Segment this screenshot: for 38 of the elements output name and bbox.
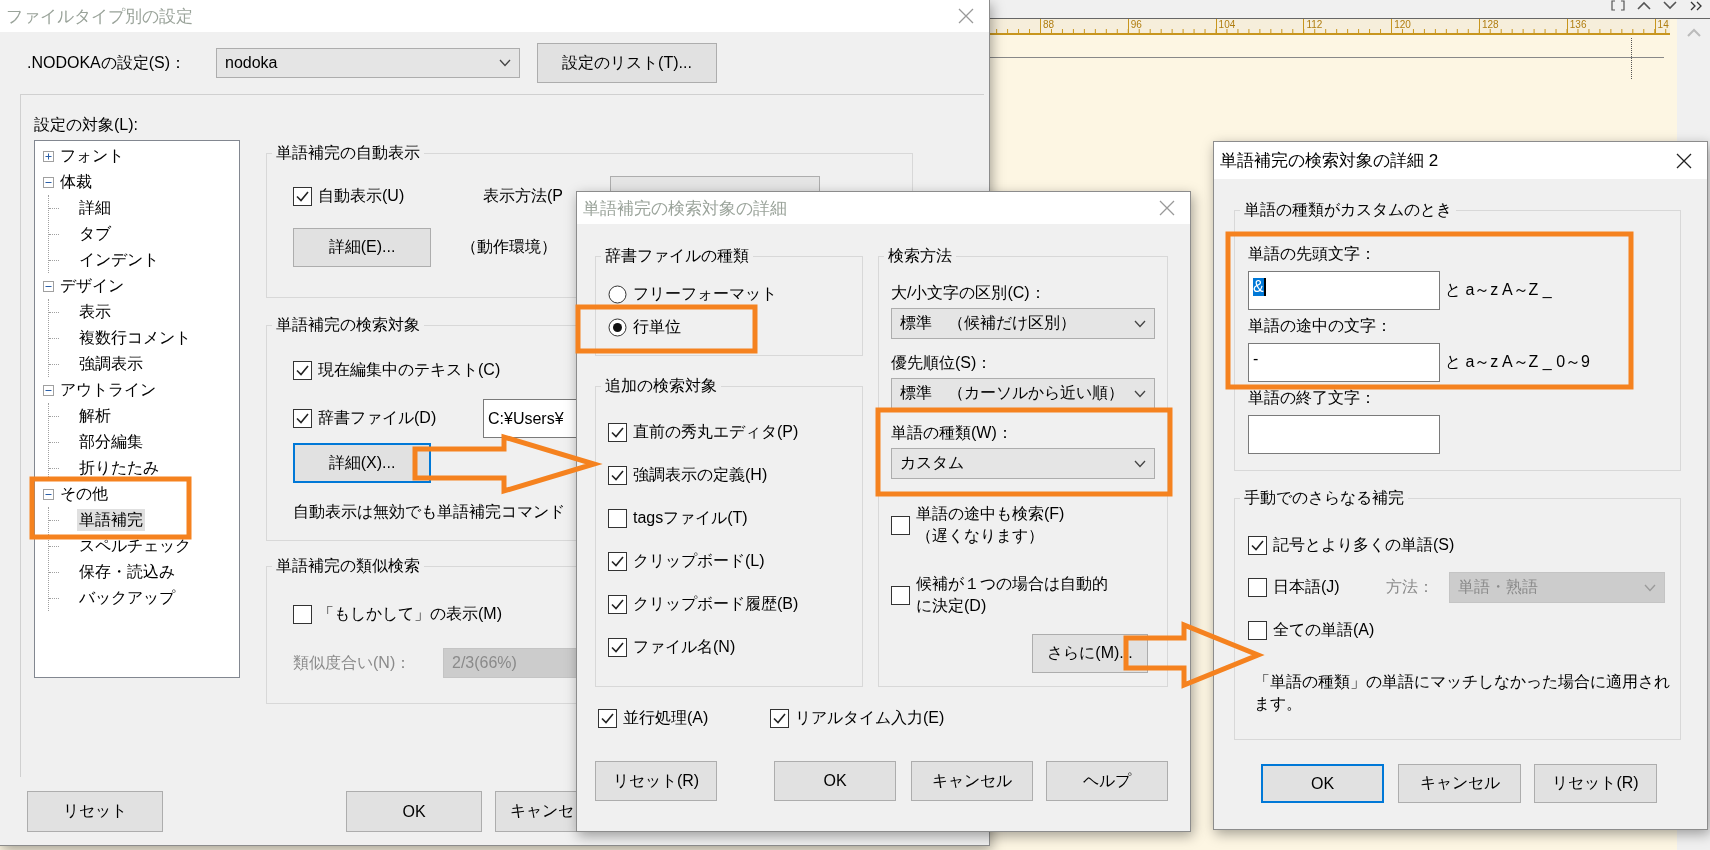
field-label: 単語の終了文字：: [1248, 388, 1376, 408]
ruler-label: 120: [1391, 19, 1479, 33]
field-label: 単語の先頭文字：: [1248, 244, 1376, 264]
hint-text: 自動表示は無効でも単語補完コマンド: [293, 502, 565, 522]
group-title: 単語の種類がカスタムのとき: [1240, 199, 1456, 221]
hint-text: と a～z A～Z _ 0～9: [1445, 352, 1590, 372]
window-title: 単語補完の検索対象の詳細 2: [1220, 150, 1440, 172]
ruler-label: 104: [1215, 19, 1304, 33]
group-title: 検索方法: [884, 245, 956, 267]
group-title: 辞書ファイルの種類: [601, 245, 753, 267]
ruler-label: 128: [1479, 19, 1567, 33]
field-label: 類似度合い(N)：: [293, 652, 413, 673]
group-title: 単語補完の類似検索: [272, 555, 424, 577]
hint-text: （遅くなります）: [916, 526, 1044, 546]
field-label: 大/小文字の区別(C)：: [891, 283, 1046, 303]
ruler-label: 96: [1127, 19, 1216, 33]
field-label: 方法：: [1386, 577, 1435, 597]
hint-text: と a～z A～Z _: [1445, 280, 1552, 300]
field-label: 単語の種類(W)：: [891, 423, 1013, 443]
section-label: 設定の対象(L):: [34, 115, 138, 135]
group-title: 手動でのさらなる補完: [1240, 487, 1408, 509]
field-value: -: [1253, 350, 1259, 368]
ruler-label: 136: [1566, 19, 1655, 33]
field-label: 単語の途中の文字：: [1248, 316, 1392, 336]
group-title: 単語補完の自動表示: [272, 142, 424, 164]
field-label: 表示方法(P: [483, 186, 564, 206]
field-label: 優先順位(S)：: [891, 353, 993, 373]
ruler-label: 88: [1040, 19, 1128, 33]
ruler-label: 14: [1654, 19, 1671, 33]
description-text: 「単語の種類」の単語にマッチしなかった場合に適用されます。: [1253, 672, 1671, 714]
ruler-label: 112: [1303, 19, 1392, 33]
hint-text: （動作環境）: [461, 237, 557, 257]
group-title: 追加の検索対象: [601, 375, 721, 397]
group-title: 単語補完の検索対象: [272, 314, 424, 336]
field-label: .NODOKAの設定(S)：: [27, 52, 188, 73]
field-value: &: [1253, 278, 1266, 296]
window-title: ファイルタイプ別の設定: [6, 5, 194, 28]
window-title: 単語補完の検索対象の詳細: [583, 197, 788, 220]
